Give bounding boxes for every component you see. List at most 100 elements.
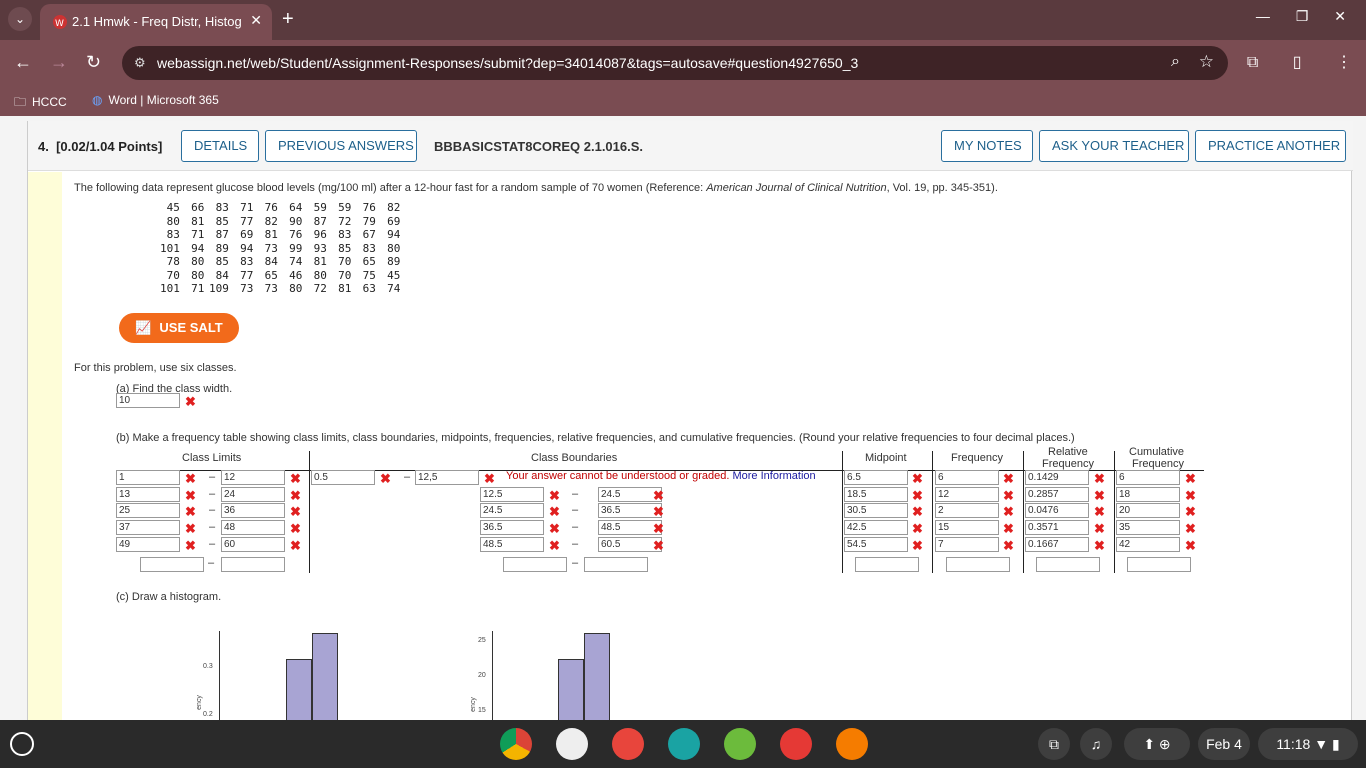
lower-boundary-input[interactable] bbox=[480, 486, 544, 502]
chart-icon: 📈 bbox=[135, 320, 152, 335]
midpoint-input[interactable] bbox=[844, 503, 908, 519]
relative-frequency-input[interactable] bbox=[1025, 536, 1089, 552]
empty-frequency-input[interactable] bbox=[946, 557, 1010, 572]
my-notes-button[interactable]: MY NOTES bbox=[941, 130, 1033, 162]
lower-class-limit-input[interactable] bbox=[116, 503, 180, 519]
incorrect-icon: ✖ bbox=[1185, 537, 1196, 553]
lower-boundary-input[interactable] bbox=[480, 536, 544, 552]
bookmark-star-icon[interactable]: ☆ bbox=[1199, 52, 1214, 72]
midpoint-input[interactable] bbox=[844, 470, 908, 485]
frequency-input[interactable] bbox=[935, 520, 999, 536]
data-cell: 87 bbox=[313, 214, 327, 228]
upper-class-limit-input[interactable] bbox=[221, 470, 285, 485]
forward-icon[interactable]: → bbox=[50, 52, 68, 73]
browser-tab[interactable]: W 2.1 Hmwk - Freq Distr, Histogra ✕ bbox=[40, 4, 272, 40]
minimize-icon[interactable]: — bbox=[1256, 8, 1270, 24]
classroom-icon[interactable] bbox=[668, 728, 700, 760]
bookmark-word[interactable]: ◍ Word | Microsoft 365 bbox=[92, 93, 219, 107]
data-cell: 73 bbox=[264, 282, 278, 295]
midpoint-input[interactable] bbox=[844, 536, 908, 552]
canvas-paint-icon[interactable] bbox=[612, 728, 644, 760]
empty-upper-limit-input[interactable] bbox=[221, 557, 285, 572]
lower-class-limit-input[interactable] bbox=[116, 470, 180, 485]
cumulative-frequency-input[interactable] bbox=[1116, 503, 1180, 519]
tab-close-icon[interactable]: ✕ bbox=[250, 12, 262, 29]
frequency-input[interactable] bbox=[935, 486, 999, 502]
upper-class-limit-input[interactable] bbox=[221, 536, 285, 552]
header-frequency: Frequency bbox=[951, 452, 1003, 464]
upper-boundary-input[interactable] bbox=[415, 470, 479, 485]
empty-midpoint-input[interactable] bbox=[855, 557, 919, 572]
upper-class-limit-input[interactable] bbox=[221, 503, 285, 519]
empty-lower-limit-input[interactable] bbox=[140, 557, 204, 572]
site-info-icon[interactable]: ⚙ bbox=[134, 55, 146, 71]
previous-answers-button[interactable]: PREVIOUS ANSWERS bbox=[265, 130, 417, 162]
vlc-icon[interactable] bbox=[836, 728, 868, 760]
cumulative-frequency-input[interactable] bbox=[1116, 470, 1180, 485]
chrome-icon[interactable] bbox=[500, 728, 532, 760]
frequency-input[interactable] bbox=[935, 536, 999, 552]
zoom-icon[interactable]: ⌕ bbox=[1171, 53, 1180, 71]
upper-class-limit-input[interactable] bbox=[221, 520, 285, 536]
midpoint-input[interactable] bbox=[844, 486, 908, 502]
window-close-icon[interactable]: ✕ bbox=[1334, 8, 1346, 24]
practice-another-button[interactable]: PRACTICE ANOTHER bbox=[1195, 130, 1346, 162]
cumulative-frequency-input[interactable] bbox=[1116, 486, 1180, 502]
data-cell: 83 bbox=[338, 228, 352, 241]
upload-status-icon[interactable]: ⬆ ⊕ bbox=[1124, 728, 1190, 760]
media-controls-icon[interactable]: ♫ bbox=[1080, 728, 1112, 760]
more-information-link[interactable]: More Information bbox=[732, 470, 815, 482]
details-button[interactable]: DETAILS bbox=[181, 130, 259, 162]
lower-class-limit-input[interactable] bbox=[116, 486, 180, 502]
files-icon[interactable] bbox=[556, 728, 588, 760]
empty-relative-frequency-input[interactable] bbox=[1036, 557, 1100, 572]
lower-class-limit-input[interactable] bbox=[116, 520, 180, 536]
new-tab-icon[interactable]: + bbox=[282, 8, 294, 31]
lower-boundary-input[interactable] bbox=[480, 520, 544, 536]
side-panel-icon[interactable]: ▯ bbox=[1293, 54, 1302, 71]
midpoint-input[interactable] bbox=[844, 520, 908, 536]
relative-frequency-input[interactable] bbox=[1025, 520, 1089, 536]
incorrect-icon: ✖ bbox=[912, 537, 923, 553]
extensions-icon[interactable]: ⧉ bbox=[1247, 54, 1258, 71]
question-container: 4. [0.02/1.04 Points] DETAILS PREVIOUS A… bbox=[27, 121, 1353, 720]
menu-icon[interactable]: ⋮ bbox=[1336, 54, 1352, 71]
empty-lower-boundary-input[interactable] bbox=[503, 557, 567, 572]
url-text[interactable]: webassign.net/web/Student/Assignment-Res… bbox=[157, 55, 858, 71]
cumulative-frequency-input[interactable] bbox=[1116, 536, 1180, 552]
ask-your-teacher-button[interactable]: ASK YOUR TEACHER bbox=[1039, 130, 1189, 162]
frequency-input[interactable] bbox=[935, 470, 999, 485]
use-salt-button[interactable]: 📈 USE SALT bbox=[119, 313, 239, 343]
relative-frequency-input[interactable] bbox=[1025, 486, 1089, 502]
address-bar[interactable]: ⚙ webassign.net/web/Student/Assignment-R… bbox=[122, 46, 1228, 80]
empty-cumulative-frequency-input[interactable] bbox=[1127, 557, 1191, 572]
restore-icon[interactable]: ❐ bbox=[1296, 8, 1309, 24]
relative-frequency-input[interactable] bbox=[1025, 470, 1089, 485]
canvas-lms-icon[interactable] bbox=[780, 728, 812, 760]
incorrect-icon: ✖ bbox=[549, 537, 560, 553]
cumulative-frequency-input[interactable] bbox=[1116, 520, 1180, 536]
holding-space-icon[interactable]: ⧉ bbox=[1038, 728, 1070, 760]
upper-class-limit-input[interactable] bbox=[221, 486, 285, 502]
date-tray[interactable]: Feb 4 bbox=[1198, 728, 1250, 760]
data-cell: 66 bbox=[191, 201, 205, 214]
lower-class-limit-input[interactable] bbox=[116, 536, 180, 552]
clock-time: 11:18 bbox=[1276, 736, 1311, 752]
bookmark-hccc[interactable]: 🗀 HCCC bbox=[14, 93, 67, 114]
bookmark-label: HCCC bbox=[32, 95, 67, 109]
status-area[interactable]: 11:18 ▼ ▮ bbox=[1258, 728, 1358, 760]
lower-boundary-input[interactable] bbox=[480, 503, 544, 519]
lower-boundary-input[interactable] bbox=[311, 470, 375, 485]
reload-icon[interactable]: ↻ bbox=[86, 52, 101, 73]
vpn-icon[interactable] bbox=[724, 728, 756, 760]
histogram-option-1[interactable]: 0.3 0.2 ency bbox=[178, 631, 378, 720]
frequency-input[interactable] bbox=[935, 503, 999, 519]
data-row: 45 66 83 71 76 64 59 59 76 82 bbox=[160, 201, 401, 215]
back-icon[interactable]: ← bbox=[14, 52, 32, 73]
tab-search-chevron-icon[interactable]: ⌄ bbox=[8, 7, 32, 31]
relative-frequency-input[interactable] bbox=[1025, 503, 1089, 519]
launcher-icon[interactable] bbox=[10, 732, 34, 756]
class-width-input[interactable] bbox=[116, 393, 180, 408]
empty-upper-boundary-input[interactable] bbox=[584, 557, 648, 572]
histogram-option-2[interactable]: 25 20 15 ency bbox=[458, 631, 658, 720]
